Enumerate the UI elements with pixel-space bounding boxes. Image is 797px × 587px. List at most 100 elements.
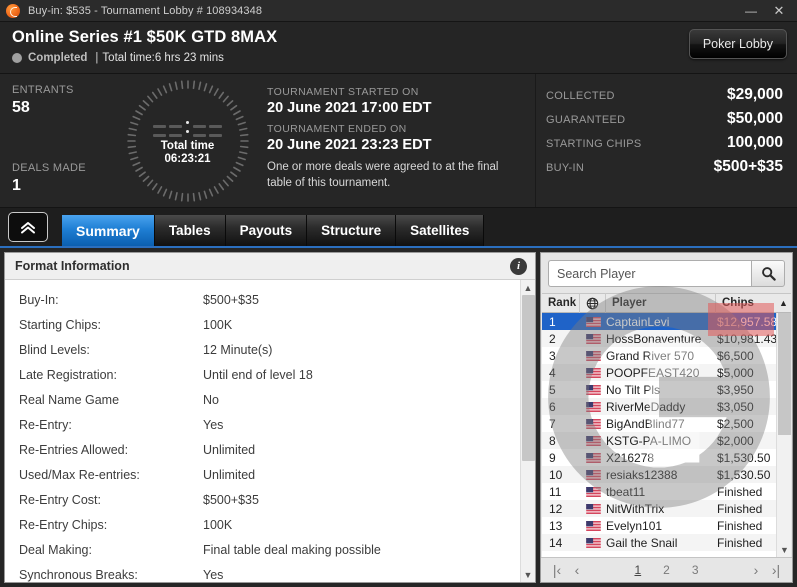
- format-row: Synchronous Breaks: Yes: [5, 562, 520, 582]
- column-header-rank[interactable]: Rank: [542, 293, 580, 313]
- players-list-container: 1 CaptainLevi $12,957.58 2 HossBonaventure $1…: [542, 313, 791, 557]
- search-button[interactable]: [751, 260, 785, 287]
- tab-summary[interactable]: Summary: [62, 215, 155, 246]
- scroll-down-icon[interactable]: ▼: [521, 567, 536, 582]
- table-row[interactable]: 1 CaptainLevi $12,957.58: [542, 313, 776, 330]
- player-name: NitWithTrix: [606, 501, 665, 516]
- format-scroll-thumb[interactable]: [521, 295, 535, 461]
- player-rank: 8: [549, 433, 556, 448]
- table-row[interactable]: 13 Evelyn101 Finished: [542, 517, 776, 534]
- format-row-value: $500+$35: [203, 492, 259, 507]
- flag-us-icon: [585, 537, 601, 548]
- format-row-key: Used/Max Re-entries:: [19, 467, 140, 482]
- next-page-button[interactable]: ›: [746, 562, 766, 578]
- player-country-flag-icon: [580, 537, 606, 548]
- table-row[interactable]: 12 NitWithTrix Finished: [542, 500, 776, 517]
- info-icon[interactable]: i: [510, 257, 527, 275]
- money-label: COLLECTED: [546, 90, 615, 102]
- players-scroll-track[interactable]: [777, 313, 791, 542]
- flag-us-icon: [585, 435, 601, 446]
- format-row-value: Unlimited: [203, 467, 256, 482]
- column-header-chips[interactable]: Chips: [716, 293, 776, 313]
- header-scroll-up-icon[interactable]: ▲: [776, 293, 791, 313]
- format-row-value: No: [203, 392, 219, 407]
- search-icon: [761, 267, 776, 281]
- table-row[interactable]: 11 tbeat11 Finished: [542, 483, 776, 500]
- player-rank: 3: [549, 348, 556, 363]
- tournament-lobby-window: Buy-in: $535 - Tournament Lobby # 108934…: [0, 0, 797, 587]
- last-page-button[interactable]: ›|: [766, 562, 786, 578]
- player-country-flag-icon: [580, 469, 606, 480]
- player-chips: Finished: [717, 501, 763, 516]
- format-row: Re-Entry: Yes: [5, 412, 520, 437]
- clock-column: Total time 06:23:21: [120, 74, 255, 207]
- tournament-clock-dial: Total time 06:23:21: [126, 79, 250, 203]
- deals-made-label: DEALS MADE: [12, 162, 86, 174]
- players-scroll-thumb[interactable]: [778, 313, 791, 435]
- player-chips: $2,500: [717, 416, 754, 431]
- collapse-header-button[interactable]: [8, 212, 48, 242]
- tab-structure[interactable]: Structure: [307, 215, 397, 246]
- globe-icon[interactable]: [580, 293, 606, 313]
- page-number[interactable]: 2: [663, 563, 670, 577]
- table-row[interactable]: 3 Grand River 570 $6,500: [542, 347, 776, 364]
- format-scroll-track[interactable]: [521, 295, 536, 567]
- player-name: Evelyn101: [606, 518, 663, 533]
- clock-digit-m2: [209, 117, 222, 137]
- status-separator: |: [95, 52, 99, 64]
- format-rows-list: Buy-In: $500+$35 Starting Chips: 100K Blind …: [5, 280, 520, 582]
- table-row[interactable]: 10 resiaks12388 $1,530.50: [542, 466, 776, 483]
- table-row[interactable]: 8 KSTG-PA-LIMO $2,000: [542, 432, 776, 449]
- table-row[interactable]: 5 No Tilt Pls $3,950: [542, 381, 776, 398]
- format-row-key: Re-Entry Chips:: [19, 517, 108, 532]
- table-row[interactable]: 2 HossBonaventure $10,981.43: [542, 330, 776, 347]
- close-button[interactable]: ✕: [765, 1, 793, 21]
- dates-column: TOURNAMENT STARTED ON 20 June 2021 17:00…: [255, 74, 535, 207]
- players-scroll-down-icon[interactable]: ▼: [777, 542, 792, 557]
- table-row[interactable]: 4 POOPFEAST420 $5,000: [542, 364, 776, 381]
- prev-page-button[interactable]: ‹: [567, 562, 587, 578]
- format-scrollbar[interactable]: ▲ ▼: [520, 280, 535, 582]
- format-information-panel: Format Information i Buy-In: $500+$35 Star…: [4, 252, 536, 583]
- player-country-flag-icon: [580, 452, 606, 463]
- player-chips: $12,957.58: [717, 314, 776, 329]
- format-panel-header: Format Information i: [5, 253, 535, 280]
- format-row-value: Unlimited: [203, 442, 256, 457]
- table-row[interactable]: 6 RiverMeDaddy $3,050: [542, 398, 776, 415]
- player-name: HossBonaventure: [606, 331, 702, 346]
- page-number[interactable]: 3: [692, 563, 699, 577]
- flag-us-icon: [585, 418, 601, 429]
- player-name: POOPFEAST420: [606, 365, 700, 380]
- player-country-flag-icon: [580, 435, 606, 446]
- player-chips: Finished: [717, 518, 763, 533]
- page-number[interactable]: 1: [634, 563, 641, 577]
- clock-digits: [153, 117, 222, 137]
- table-row[interactable]: 14 Gail the Snail Finished: [542, 534, 776, 551]
- format-row: Deal Making: Final table deal making poss…: [5, 537, 520, 562]
- tab-satellites[interactable]: Satellites: [396, 215, 485, 246]
- column-header-player[interactable]: Player: [606, 293, 716, 313]
- player-rank: 1: [549, 314, 556, 329]
- player-chips: Finished: [717, 535, 763, 550]
- tab-payouts[interactable]: Payouts: [225, 215, 308, 246]
- format-row-key: Re-Entry:: [19, 417, 72, 432]
- minimize-button[interactable]: —: [737, 1, 765, 21]
- player-rank: 2: [549, 331, 556, 346]
- search-input[interactable]: Search Player: [548, 260, 751, 287]
- table-row[interactable]: 9 X216278 $1,530.50: [542, 449, 776, 466]
- player-chips: Finished: [717, 484, 763, 499]
- player-country-flag-icon: [580, 384, 606, 395]
- player-chips: $5,000: [717, 365, 754, 380]
- started-label: TOURNAMENT STARTED ON: [267, 86, 419, 98]
- player-country-flag-icon: [580, 350, 606, 361]
- player-name: X216278: [606, 450, 655, 465]
- players-scrollbar[interactable]: ▼: [776, 313, 791, 557]
- scroll-up-icon[interactable]: ▲: [521, 280, 536, 295]
- player-rank: 11: [549, 484, 562, 499]
- table-row[interactable]: 7 BigAndBlind77 $2,500: [542, 415, 776, 432]
- poker-lobby-button[interactable]: Poker Lobby: [688, 29, 787, 59]
- format-row: Re-Entry Chips: 100K: [5, 512, 520, 537]
- first-page-button[interactable]: |‹: [547, 562, 567, 578]
- tab-tables[interactable]: Tables: [154, 215, 226, 246]
- player-chips: $3,050: [717, 399, 754, 414]
